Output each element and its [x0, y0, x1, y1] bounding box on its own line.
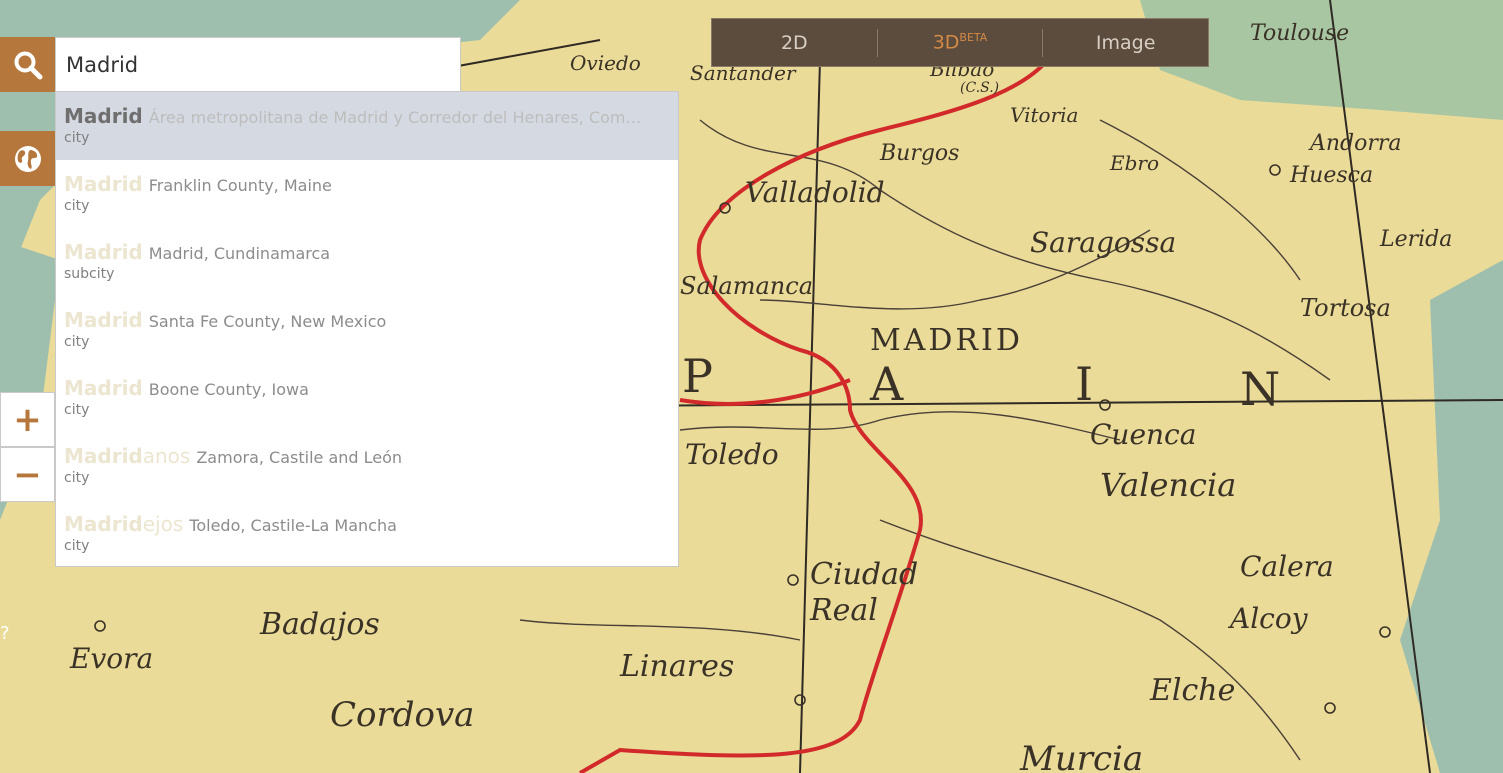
- map-label: Alcoy: [1227, 602, 1309, 635]
- suggestion-title-line: Madridejos Toledo, Castile-La Mancha: [64, 512, 670, 536]
- minus-icon: −: [13, 454, 42, 495]
- suggestion-type: city: [64, 470, 90, 486]
- suggestion-name: Madridejos: [64, 512, 183, 536]
- suggestion-item[interactable]: Madrid Franklin County, Maine city: [56, 160, 678, 228]
- suggestion-match: Madrid: [64, 104, 143, 128]
- map-label: Cuenca: [1090, 418, 1196, 451]
- map-label: Cordova: [330, 695, 474, 735]
- suggestion-title-line: Madridanos Zamora, Castile and León: [64, 444, 670, 468]
- map-label: I: [1075, 357, 1096, 411]
- map-label: Elche: [1149, 673, 1235, 708]
- map-label: Ciudad: [810, 557, 918, 592]
- suggestion-type: city: [64, 198, 90, 214]
- suggestion-name: Madrid: [64, 308, 143, 332]
- view-option-image[interactable]: Image: [1043, 32, 1208, 54]
- suggestion-name: Madrid: [64, 104, 143, 128]
- suggestion-name-rest: ejos: [142, 512, 184, 536]
- suggestion-name-rest: anos: [142, 444, 191, 468]
- map-label: Burgos: [879, 141, 959, 166]
- map-label: Real: [809, 593, 878, 628]
- suggestion-region: Boone County, Iowa: [148, 380, 309, 399]
- map-label: A: [869, 357, 906, 411]
- suggestion-type: city: [64, 402, 90, 418]
- view-option-2d[interactable]: 2D: [712, 32, 877, 54]
- zoom-in-button[interactable]: +: [0, 392, 55, 447]
- map-label: Valencia: [1100, 466, 1236, 504]
- suggestion-region: Área metropolitana de Madrid y Corredor …: [148, 108, 642, 127]
- view-option-label: 3D: [932, 31, 960, 54]
- map-label: Tortosa: [1300, 294, 1391, 322]
- map-label: MADRID: [870, 323, 1023, 358]
- suggestion-region: Santa Fe County, New Mexico: [148, 312, 387, 331]
- view-option-label: 2D: [780, 31, 808, 54]
- suggestion-title-line: Madrid Boone County, Iowa: [64, 376, 670, 400]
- suggestion-type: city: [64, 130, 90, 146]
- map-label: Vitoria: [1010, 103, 1078, 127]
- suggestion-match: Madrid: [64, 240, 143, 264]
- suggestion-item[interactable]: Madrid Santa Fe County, New Mexico city: [56, 296, 678, 364]
- suggestion-item[interactable]: Madrid Madrid, Cundinamarca subcity: [56, 228, 678, 296]
- suggestion-item[interactable]: Madrid Área metropolitana de Madrid y Cor…: [56, 92, 678, 160]
- zoom-out-button[interactable]: −: [0, 447, 55, 502]
- suggestion-name: Madrid: [64, 240, 143, 264]
- beta-badge: BETA: [959, 31, 988, 45]
- map-label: Saragossa: [1030, 226, 1176, 259]
- map-label: Lerida: [1379, 227, 1452, 252]
- suggestion-item[interactable]: Madridejos Toledo, Castile-La Mancha city: [56, 500, 678, 568]
- suggestion-match: Madrid: [64, 308, 143, 332]
- map-label: Badajos: [259, 607, 380, 642]
- suggestion-region: Toledo, Castile-La Mancha: [189, 516, 397, 535]
- map-label: Evora: [69, 642, 153, 675]
- suggestion-region: Zamora, Castile and León: [196, 448, 403, 467]
- suggestion-title-line: Madrid Madrid, Cundinamarca: [64, 240, 670, 264]
- suggestion-type: subcity: [64, 266, 115, 282]
- suggestion-type: city: [64, 538, 90, 554]
- view-option-3d[interactable]: 3DBETA: [878, 31, 1043, 53]
- map-label: Valladolid: [745, 176, 885, 209]
- map-label: Murcia: [1019, 739, 1143, 773]
- map-label: P: [682, 349, 716, 403]
- map-label: Oviedo: [570, 51, 641, 75]
- view-mode-toggle: 2D 3DBETA Image: [711, 18, 1209, 67]
- map-label: Ebro: [1109, 151, 1159, 175]
- map-label: Huesca: [1289, 163, 1373, 188]
- suggestion-title-line: Madrid Santa Fe County, New Mexico: [64, 308, 670, 332]
- map-label: Calera: [1240, 550, 1334, 583]
- map-label: Toulouse: [1250, 21, 1349, 46]
- globe-button[interactable]: [0, 131, 55, 186]
- suggestion-region: Madrid, Cundinamarca: [148, 244, 331, 263]
- suggestion-match: Madrid: [64, 444, 143, 468]
- suggestion-title-line: Madrid Franklin County, Maine: [64, 172, 670, 196]
- map-label: Andorra: [1308, 131, 1402, 156]
- plus-icon: +: [13, 399, 42, 440]
- suggestion-item[interactable]: Madridanos Zamora, Castile and León city: [56, 432, 678, 500]
- map-label: Toledo: [685, 438, 779, 471]
- suggestion-region: Franklin County, Maine: [148, 176, 332, 195]
- help-link[interactable]: ?: [0, 623, 10, 644]
- globe-icon: [14, 145, 41, 172]
- suggestion-item[interactable]: Madrid Boone County, Iowa city: [56, 364, 678, 432]
- view-option-label: Image: [1095, 31, 1156, 54]
- suggestion-name: Madrid: [64, 376, 143, 400]
- map-label: (C.S.): [960, 80, 999, 96]
- map-label: Salamanca: [680, 272, 813, 300]
- search-input[interactable]: [55, 37, 461, 92]
- suggestion-name: Madrid: [64, 172, 143, 196]
- search-button[interactable]: [0, 37, 55, 92]
- search-icon: [14, 51, 42, 79]
- suggestion-match: Madrid: [64, 512, 143, 536]
- map-label: N: [1240, 362, 1283, 416]
- suggestion-name: Madridanos: [64, 444, 190, 468]
- suggestion-match: Madrid: [64, 376, 143, 400]
- suggestion-match: Madrid: [64, 172, 143, 196]
- suggestion-type: city: [64, 334, 90, 350]
- suggestion-title-line: Madrid Área metropolitana de Madrid y Cor…: [64, 104, 670, 128]
- map-label: Linares: [619, 649, 734, 684]
- search-suggestions: Madrid Área metropolitana de Madrid y Cor…: [55, 91, 679, 567]
